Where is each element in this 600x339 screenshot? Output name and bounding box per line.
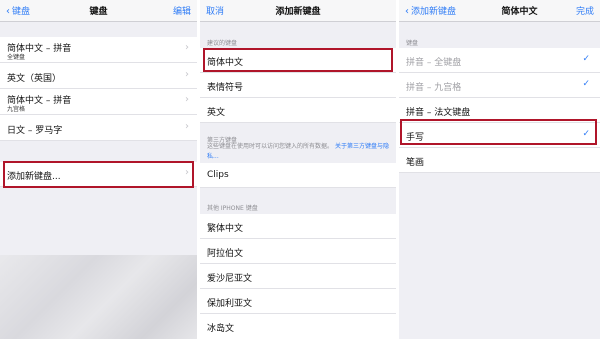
- suggested-keyboard-row[interactable]: 表情符号: [200, 73, 396, 98]
- keyboard-row-pinyin-full[interactable]: 简体中文 – 拼音 全键盘 ›: [0, 37, 197, 63]
- option-label: 拼音 – 九宫格: [406, 83, 462, 93]
- keyboard-title: 英文（英国）: [7, 74, 62, 84]
- keyboard-row-english-uk[interactable]: 英文（英国） ›: [0, 63, 197, 89]
- page-title: 添加新键盘: [275, 7, 321, 17]
- navigation-bar: ‹ 键盘 键盘 编辑: [0, 0, 197, 22]
- keyboard-title: 阿拉伯文: [207, 249, 244, 259]
- page-title: 键盘: [89, 7, 108, 17]
- keyboard-title: 日文 – 罗马字: [7, 126, 63, 136]
- keyboard-title: Clips: [207, 170, 229, 180]
- done-button[interactable]: 完成: [576, 4, 594, 17]
- keyboard-title: 爱沙尼亚文: [207, 274, 253, 284]
- third-party-keyboard-row[interactable]: Clips: [200, 163, 396, 188]
- third-party-note-text: 这些键盘在使用时可以访问您键入的所有数据。: [207, 143, 334, 150]
- keyboard-option-row: 拼音 – 九宫格 ✓: [399, 73, 600, 98]
- keyboard-option-row: 拼音 – 全键盘 ✓: [399, 48, 600, 73]
- option-label: 拼音 – 全键盘: [406, 58, 462, 68]
- section-header-keyboards: 键盘: [406, 40, 419, 47]
- chevron-right-icon: ›: [185, 94, 189, 105]
- keyboard-row-pinyin-nine[interactable]: 简体中文 – 拼音 九宫格 ›: [0, 89, 197, 115]
- third-party-note: 这些键盘在使用时可以访问您键入的所有数据。 关于第三方键盘与隐私...: [207, 142, 390, 162]
- highlight-box: [3, 161, 194, 188]
- checkmark-icon: ✓: [582, 54, 590, 64]
- checkmark-icon: ✓: [582, 79, 590, 89]
- suggested-keyboard-row[interactable]: 英文: [200, 98, 396, 123]
- chevron-right-icon: ›: [185, 42, 189, 53]
- keyboards-panel: ‹ 键盘 键盘 编辑 简体中文 – 拼音 全键盘 › 英文（英国） › 简体中文 …: [0, 0, 197, 339]
- screenshot: ‹ 键盘 键盘 编辑 简体中文 – 拼音 全键盘 › 英文（英国） › 简体中文 …: [0, 0, 600, 339]
- option-label: 拼音 – 法文键盘: [406, 108, 471, 118]
- chevron-left-icon: ‹: [405, 6, 409, 17]
- section-header-other: 其他 IPHONE 键盘: [207, 205, 258, 212]
- navigation-bar: 取消 添加新键盘: [200, 0, 396, 22]
- keyboard-subtitle: 九宫格: [7, 106, 26, 113]
- keyboard-title: 表情符号: [207, 83, 244, 93]
- other-keyboard-row[interactable]: 阿拉伯文: [200, 239, 396, 264]
- keyboard-title: 保加利亚文: [207, 299, 253, 309]
- section-header-suggested: 建议的键盘: [207, 40, 238, 47]
- edit-button[interactable]: 编辑: [173, 4, 191, 17]
- keyboard-title: 英文: [207, 108, 226, 118]
- other-keyboard-row[interactable]: 保加利亚文: [200, 289, 396, 314]
- keyboard-title: 冰岛文: [207, 324, 235, 334]
- option-label: 笔画: [406, 158, 425, 168]
- simplified-chinese-panel: ‹ 添加新键盘 简体中文 完成 键盘 拼音 – 全键盘 ✓ 拼音 – 九宫格 ✓ …: [399, 0, 600, 339]
- chevron-right-icon: ›: [185, 121, 189, 132]
- keyboard-option-row[interactable]: 笔画: [399, 148, 600, 173]
- blurred-area: [0, 255, 197, 339]
- navigation-bar: ‹ 添加新键盘 简体中文 完成: [399, 0, 600, 22]
- highlight-box: [400, 119, 597, 145]
- other-keyboard-row[interactable]: 爱沙尼亚文: [200, 264, 396, 289]
- keyboard-row-japanese-romaji[interactable]: 日文 – 罗马字 ›: [0, 115, 197, 141]
- other-keyboard-row[interactable]: 繁体中文: [200, 214, 396, 239]
- chevron-right-icon: ›: [185, 69, 189, 80]
- keyboard-title: 繁体中文: [207, 224, 244, 234]
- highlight-box: [203, 48, 393, 72]
- other-keyboard-row[interactable]: 冰岛文: [200, 314, 396, 339]
- keyboard-subtitle: 全键盘: [7, 54, 26, 61]
- add-keyboard-panel: 取消 添加新键盘 建议的键盘 简体中文 表情符号 英文 第三方键盘 这些键盘在使…: [200, 0, 396, 339]
